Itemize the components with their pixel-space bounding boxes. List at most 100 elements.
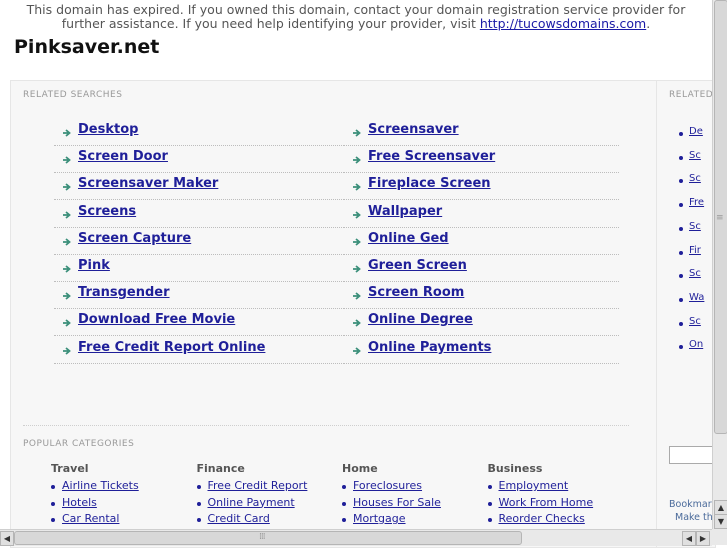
related-search-item[interactable]: Pink	[54, 255, 344, 282]
related-search-link[interactable]: Free Screensaver	[368, 149, 495, 164]
related-search-item[interactable]: Screen Room	[344, 282, 619, 310]
bullet-icon	[679, 226, 683, 231]
bookmark-text[interactable]: Bookmark	[669, 499, 715, 510]
related-search-item[interactable]: Screen Capture	[54, 228, 344, 255]
scrollbar-corner	[712, 529, 727, 545]
category-link[interactable]: Airline Tickets	[62, 479, 139, 492]
related-search-item[interactable]: Online Payments	[344, 337, 619, 364]
related-search-item[interactable]: Fireplace Screen	[344, 173, 619, 201]
related-search-link[interactable]: Screensaver	[368, 122, 459, 137]
divider	[23, 425, 629, 426]
related-search-item[interactable]: Screensaver Maker	[54, 173, 344, 201]
related-search-link[interactable]: Free Credit Report Online	[78, 340, 265, 355]
side-related-link[interactable]: Sc	[689, 221, 701, 232]
related-search-item[interactable]: Screens	[54, 201, 344, 228]
tucows-link[interactable]: http://tucowsdomains.com	[480, 16, 646, 31]
side-related-link[interactable]: Wa	[689, 292, 704, 303]
related-search-link[interactable]: Screen Door	[78, 149, 168, 164]
bullet-icon	[679, 155, 683, 160]
related-search-item[interactable]: Desktop	[54, 119, 344, 146]
make-homepage-text[interactable]: Make th	[675, 512, 713, 523]
popular-categories-label: POPULAR CATEGORIES	[23, 439, 135, 449]
arrow-right-icon	[353, 265, 361, 273]
main-panel: RELATED SEARCHES Desktop Screen Door Scree…	[10, 80, 657, 548]
side-related-link[interactable]: Sc	[689, 150, 701, 161]
bullet-icon	[196, 485, 201, 489]
related-search-link[interactable]: Screen Capture	[78, 231, 191, 246]
related-search-item[interactable]: Free Screensaver	[344, 146, 619, 174]
related-search-link[interactable]: Screen Room	[368, 285, 464, 300]
grip-icon: ⁞⁞⁞	[259, 532, 266, 542]
horizontal-scroll-thumb[interactable]: ⁞⁞⁞	[14, 531, 522, 545]
category-link[interactable]: Free Credit Report	[208, 479, 308, 492]
category-link[interactable]: Online Payment	[208, 496, 295, 509]
bullet-icon	[679, 203, 683, 208]
horizontal-scrollbar[interactable]: ◀ ⁞⁞⁞ ◀ ▶	[0, 529, 712, 546]
side-related-link[interactable]: Sc	[689, 268, 701, 279]
category-link[interactable]: Foreclosures	[353, 479, 422, 492]
side-related-link[interactable]: De	[689, 126, 703, 137]
related-search-link[interactable]: Transgender	[78, 285, 170, 300]
side-related-link[interactable]: On	[689, 339, 703, 350]
side-related-link[interactable]: Sc	[689, 316, 701, 327]
side-related-link[interactable]: Sc	[689, 173, 701, 184]
arrow-right-icon	[63, 156, 71, 164]
related-search-link[interactable]: Online Degree	[368, 312, 473, 327]
bullet-icon	[342, 485, 346, 489]
related-search-link[interactable]: Online Payments	[368, 340, 491, 355]
scroll-right-button[interactable]: ▶	[696, 531, 710, 546]
related-search-item[interactable]: Screensaver	[344, 119, 619, 146]
bullet-icon	[679, 132, 683, 136]
vertical-scrollbar[interactable]: ≡ ▲ ▼	[712, 0, 727, 529]
side-related-link[interactable]: Fre	[689, 197, 704, 208]
arrow-right-icon	[353, 183, 361, 192]
related-search-link[interactable]: Screensaver Maker	[78, 176, 218, 191]
related-search-item[interactable]: Free Credit Report Online	[54, 337, 344, 364]
scroll-left-button[interactable]: ◀	[0, 531, 14, 546]
side-search-input[interactable]	[669, 446, 715, 464]
arrow-right-icon	[353, 319, 361, 328]
category-link[interactable]: Houses For Sale	[353, 496, 441, 509]
arrow-right-icon	[353, 210, 361, 219]
side-related-link[interactable]: Fir	[689, 245, 701, 256]
related-search-link[interactable]: Fireplace Screen	[368, 176, 491, 191]
bullet-icon	[51, 485, 55, 489]
category-link[interactable]: Credit Card	[208, 512, 270, 525]
related-search-item[interactable]: Online Degree	[344, 309, 619, 337]
related-search-link[interactable]: Pink	[78, 258, 110, 273]
related-search-link[interactable]: Desktop	[78, 122, 138, 137]
related-searches-label: RELATED SEARCHES	[23, 90, 123, 100]
related-search-link[interactable]: Green Screen	[368, 258, 467, 273]
vertical-scroll-thumb[interactable]: ≡	[714, 0, 727, 434]
scroll-up-button[interactable]: ▲	[714, 500, 727, 515]
bullet-icon	[487, 518, 492, 522]
arrow-right-icon	[63, 238, 71, 246]
category-link[interactable]: Hotels	[62, 496, 97, 509]
bullet-icon	[679, 274, 683, 279]
arrow-right-icon	[63, 129, 71, 137]
category-link[interactable]: Work From Home	[499, 496, 594, 509]
arrow-right-icon	[353, 238, 361, 246]
category-link[interactable]: Employment	[499, 479, 569, 492]
related-search-item[interactable]: Screen Door	[54, 146, 344, 174]
category-heading: Home	[342, 462, 378, 475]
related-search-item[interactable]: Online Ged	[344, 228, 619, 255]
bullet-icon	[679, 179, 683, 184]
scroll-down-button[interactable]: ▼	[714, 514, 727, 529]
related-search-item[interactable]: Transgender	[54, 282, 344, 310]
related-search-item[interactable]: Wallpaper	[344, 201, 619, 228]
related-search-link[interactable]: Screens	[78, 204, 136, 219]
related-search-item[interactable]: Download Free Movie	[54, 309, 344, 337]
category-link[interactable]: Car Rental	[62, 512, 119, 525]
related-search-item[interactable]: Green Screen	[344, 255, 619, 282]
arrow-right-icon	[353, 346, 361, 355]
expired-notice: This domain has expired. If you owned th…	[20, 3, 692, 31]
related-search-link[interactable]: Online Ged	[368, 231, 449, 246]
side-panel: RELATED De Sc Sc Fre Sc Fir Sc Wa Sc On Bookmark …	[656, 80, 716, 548]
category-link[interactable]: Mortgage	[353, 512, 406, 525]
scroll-left-button-end[interactable]: ◀	[682, 531, 696, 546]
bullet-icon	[679, 345, 683, 350]
category-link[interactable]: Reorder Checks	[499, 512, 585, 525]
related-search-link[interactable]: Wallpaper	[368, 204, 442, 219]
related-search-link[interactable]: Download Free Movie	[78, 312, 235, 327]
